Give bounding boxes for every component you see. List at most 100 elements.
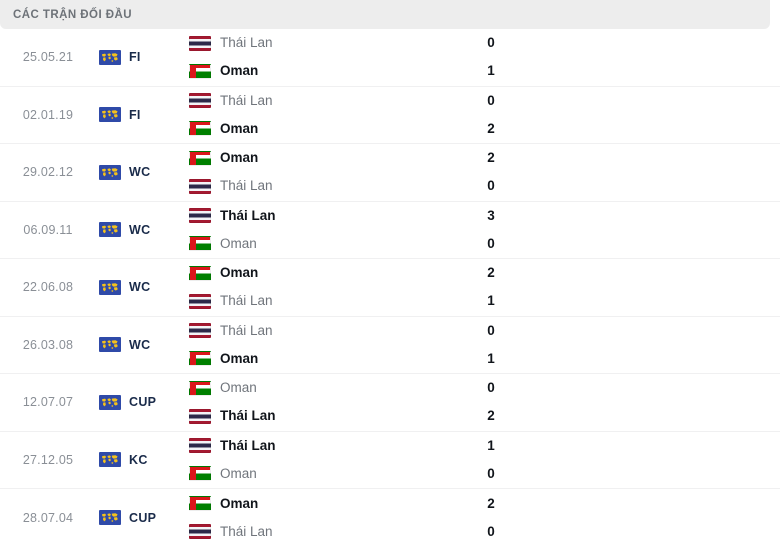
fifa-world-map-icon	[99, 222, 121, 238]
score-value: 0	[487, 465, 495, 481]
team-line-home[interactable]: Thái Lan	[189, 92, 480, 110]
match-date: 12.07.07	[22, 395, 74, 410]
match-date: 06.09.11	[23, 222, 73, 237]
team-line-home[interactable]: Thái Lan	[189, 207, 480, 225]
competition-cell[interactable]: WC	[96, 279, 189, 295]
teams-cell: Thái Lan Oman	[189, 207, 480, 253]
team-name: Oman	[220, 495, 259, 511]
score-line-home: 2	[480, 149, 780, 167]
score-value: 0	[487, 380, 495, 396]
scores-cell: 02	[480, 92, 780, 138]
match-row[interactable]: 22.06.08 WC Oman Thái Lan 2 1	[0, 259, 780, 317]
team-name: Oman	[220, 380, 257, 396]
competition-cell[interactable]: WC	[96, 222, 189, 238]
score-value: 0	[487, 235, 495, 251]
competition-cell[interactable]: KC	[96, 452, 189, 468]
score-line-away: 0	[480, 465, 780, 483]
match-row[interactable]: 06.09.11 WC Thái Lan Oman 3 0	[0, 202, 780, 259]
score-value: 0	[487, 178, 495, 194]
match-date: 22.06.08	[22, 280, 74, 295]
score-value: 1	[487, 350, 495, 366]
score-value: 1	[487, 437, 495, 453]
team-line-home[interactable]: Oman	[189, 149, 480, 167]
team-line-away[interactable]: Oman	[189, 120, 480, 138]
oman-flag	[189, 63, 211, 79]
competition-label: FI	[129, 107, 141, 122]
fifa-world-map-icon	[99, 164, 121, 180]
score-line-home: 3	[480, 207, 780, 225]
match-row[interactable]: 25.05.21 FI Thái Lan Oman 0 1	[0, 29, 780, 87]
competition-cell[interactable]: WC	[96, 164, 189, 180]
team-line-home[interactable]: Oman	[189, 495, 480, 513]
oman-flag	[189, 466, 211, 482]
oman-flag	[189, 121, 211, 137]
oman-flag	[189, 265, 211, 281]
score-line-away: 0	[480, 177, 780, 195]
competition-cell[interactable]: FI	[96, 49, 189, 65]
competition-cell[interactable]: WC	[96, 337, 189, 353]
match-row[interactable]: 29.02.12 WC Oman Thái Lan 2 0	[0, 144, 780, 202]
team-line-home[interactable]: Thái Lan	[189, 322, 480, 340]
match-date: 26.03.08	[22, 337, 74, 352]
oman-flag	[189, 380, 211, 396]
team-name: Thái Lan	[220, 437, 276, 453]
match-row[interactable]: 02.01.19 FI Thái Lan Oman 0 2	[0, 87, 780, 144]
team-line-away[interactable]: Thái Lan	[189, 292, 480, 310]
oman-flag	[189, 496, 211, 512]
team-line-away[interactable]: Thái Lan	[189, 407, 480, 425]
team-line-away[interactable]: Oman	[189, 235, 480, 253]
fifa-world-map-icon	[99, 394, 121, 410]
score-line-away: 1	[480, 350, 780, 368]
competition-label: CUP	[129, 510, 157, 525]
teams-cell: Thái Lan Oman	[189, 34, 480, 80]
match-date: 29.02.12	[22, 165, 74, 180]
match-row[interactable]: 28.07.04 CUP Oman Thái Lan 2 0	[0, 489, 780, 547]
competition-label: WC	[129, 337, 151, 352]
score-line-away: 2	[480, 407, 780, 425]
team-line-away[interactable]: Thái Lan	[189, 523, 480, 541]
team-line-away[interactable]: Oman	[189, 350, 480, 368]
score-value: 0	[487, 92, 495, 108]
score-line-away: 1	[480, 292, 780, 310]
competition-label: WC	[129, 222, 151, 237]
team-line-away[interactable]: Oman	[189, 62, 480, 80]
score-value: 2	[487, 408, 495, 424]
team-line-home[interactable]: Thái Lan	[189, 34, 480, 52]
match-row[interactable]: 26.03.08 WC Thái Lan Oman 0 1	[0, 317, 780, 374]
score-value: 2	[487, 120, 495, 136]
thailand-flag	[189, 93, 211, 109]
team-name: Thái Lan	[220, 35, 273, 51]
teams-cell: Thái Lan Oman	[189, 322, 480, 368]
match-date: 27.12.05	[22, 452, 74, 467]
thailand-flag	[189, 35, 211, 51]
team-line-home[interactable]: Thái Lan	[189, 437, 480, 455]
score-value: 0	[487, 35, 495, 51]
match-row[interactable]: 27.12.05 KC Thái Lan Oman 1 0	[0, 432, 780, 489]
team-name: Thái Lan	[220, 207, 276, 223]
fifa-world-map-icon	[99, 510, 121, 526]
score-line-away: 2	[480, 120, 780, 138]
team-line-away[interactable]: Thái Lan	[189, 177, 480, 195]
scores-cell: 10	[480, 437, 780, 483]
score-line-home: 1	[480, 437, 780, 455]
fifa-world-map-icon	[99, 452, 121, 468]
score-value: 1	[487, 63, 495, 79]
team-line-away[interactable]: Oman	[189, 465, 480, 483]
competition-cell[interactable]: CUP	[96, 510, 189, 526]
competition-cell[interactable]: FI	[96, 107, 189, 123]
teams-cell: Thái Lan Oman	[189, 437, 480, 483]
team-line-home[interactable]: Oman	[189, 264, 480, 282]
team-line-home[interactable]: Oman	[189, 379, 480, 397]
thailand-flag	[189, 293, 211, 309]
score-line-home: 0	[480, 92, 780, 110]
thailand-flag	[189, 524, 211, 540]
thailand-flag	[189, 208, 211, 224]
match-row[interactable]: 12.07.07 CUP Oman Thái Lan 0 2	[0, 374, 780, 432]
match-date: 25.05.21	[22, 50, 74, 65]
fifa-world-map-icon	[99, 107, 121, 123]
team-name: Thái Lan	[220, 92, 273, 108]
team-name: Thái Lan	[220, 322, 273, 338]
competition-cell[interactable]: CUP	[96, 394, 189, 410]
thailand-flag	[189, 438, 211, 454]
team-name: Thái Lan	[220, 178, 273, 194]
